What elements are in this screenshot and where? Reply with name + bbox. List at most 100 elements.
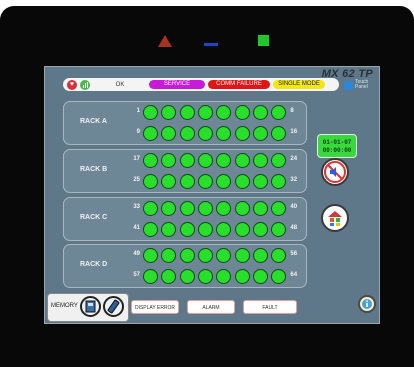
slot-status-led[interactable] (179, 153, 195, 168)
slot-status-led[interactable] (234, 105, 250, 120)
slot-status-led[interactable] (252, 201, 268, 216)
slot-status-led[interactable] (179, 126, 195, 141)
slot-range-end: 48 (290, 225, 298, 231)
slot-status-led[interactable] (197, 153, 213, 168)
mute-button[interactable] (321, 158, 349, 186)
menu-grid-icon (328, 211, 342, 226)
slot-status-led[interactable] (216, 174, 232, 189)
slot-range-start: 17 (133, 156, 140, 162)
datetime-button[interactable]: 01-01-07 00:00:00 (317, 134, 357, 158)
slot-range-start: 49 (133, 251, 140, 257)
slot-range-start: 9 (136, 129, 140, 135)
slot-status-led[interactable] (179, 201, 195, 216)
touch-screen: MX 62 TP Touch Panel ♥ OK SERVICE COMM F… (44, 66, 380, 324)
memory-label: MEMORY (51, 303, 78, 309)
slot-status-led[interactable] (216, 153, 232, 168)
touch-panel-logo-icon (344, 80, 353, 90)
slot-status-led[interactable] (271, 153, 287, 168)
slot-status-led[interactable] (161, 153, 177, 168)
rack-panel: RACK A 1 8 9 16 (63, 101, 307, 145)
slot-status-led[interactable] (197, 126, 213, 141)
slot-status-led[interactable] (271, 269, 287, 284)
slot-range-end: 16 (290, 129, 298, 135)
memory-card-icon (85, 300, 96, 313)
slot-range-start: 33 (133, 204, 140, 210)
menu-button[interactable] (321, 204, 349, 232)
slot-status-led[interactable] (161, 222, 177, 237)
slot-status-led[interactable] (161, 105, 177, 120)
slot-status-led[interactable] (252, 269, 268, 284)
info-icon (362, 299, 372, 309)
slot-status-led[interactable] (179, 105, 195, 120)
slot-status-led[interactable] (197, 222, 213, 237)
slot-status-led[interactable] (179, 222, 195, 237)
slot-status-led[interactable] (216, 269, 232, 284)
display-error-button[interactable]: DISPLAY ERROR (131, 300, 179, 314)
info-button[interactable] (358, 295, 376, 313)
slot-status-led[interactable] (252, 222, 268, 237)
slot-status-led[interactable] (252, 174, 268, 189)
slot-status-led[interactable] (216, 222, 232, 237)
slot-status-led[interactable] (216, 201, 232, 216)
slot-status-led[interactable] (161, 126, 177, 141)
green-indicator-led (258, 35, 269, 46)
slot-status-led[interactable] (271, 174, 287, 189)
slot-status-led[interactable] (197, 248, 213, 263)
slot-status-led[interactable] (143, 248, 158, 263)
slot-status-led[interactable] (216, 248, 232, 263)
slot-status-led[interactable] (216, 126, 232, 141)
slot-status-led[interactable] (143, 269, 158, 284)
slot-status-led[interactable] (143, 222, 158, 237)
slot-status-led[interactable] (234, 248, 250, 263)
slot-status-led[interactable] (234, 201, 250, 216)
slot-range-start: 1 (136, 108, 140, 114)
slot-status-led[interactable] (161, 201, 177, 216)
slot-status-led[interactable] (271, 248, 287, 263)
slot-status-led[interactable] (161, 248, 177, 263)
slot-status-led[interactable] (271, 201, 287, 216)
rack-label: RACK B (80, 166, 108, 173)
slot-status-led[interactable] (234, 126, 250, 141)
speaker-muted-icon (324, 161, 346, 183)
slot-status-led[interactable] (271, 105, 287, 120)
fault-button[interactable]: FAULT (243, 300, 297, 314)
slot-status-led[interactable] (161, 174, 177, 189)
slot-status-led[interactable] (143, 174, 158, 189)
mode-indicator: SINGLE MODE (273, 80, 325, 89)
signal-icon (80, 79, 90, 90)
slot-status-led[interactable] (271, 222, 287, 237)
slot-status-led[interactable] (197, 105, 213, 120)
slot-status-led[interactable] (234, 269, 250, 284)
slot-status-led[interactable] (234, 174, 250, 189)
rack-label: RACK A (80, 118, 107, 125)
slot-status-led[interactable] (161, 269, 177, 284)
slot-status-led[interactable] (271, 126, 287, 141)
memory-panel: MEMORY (47, 293, 129, 322)
time-text: 00:00:00 (322, 147, 352, 154)
slot-status-led[interactable] (252, 153, 268, 168)
status-bar: ♥ OK SERVICE COMM FAILURE SINGLE MODE (63, 78, 339, 91)
slot-status-led[interactable] (197, 174, 213, 189)
slot-status-led[interactable] (252, 105, 268, 120)
slot-status-led[interactable] (234, 153, 250, 168)
slot-status-led[interactable] (179, 248, 195, 263)
slot-status-led[interactable] (197, 201, 213, 216)
slot-status-led[interactable] (179, 174, 195, 189)
slot-status-led[interactable] (234, 222, 250, 237)
slot-status-led[interactable] (143, 201, 158, 216)
alarm-button[interactable]: ALARM (187, 300, 235, 314)
slot-status-led[interactable] (252, 248, 268, 263)
usb-button[interactable] (103, 296, 124, 317)
slot-status-led[interactable] (179, 269, 195, 284)
slot-status-led[interactable] (143, 126, 158, 141)
slot-status-led[interactable] (143, 153, 158, 168)
bottom-bar: MEMORY DISPLAY ERROR ALARM FAULT (45, 290, 379, 323)
memory-card-button[interactable] (80, 296, 101, 317)
slot-status-led[interactable] (216, 105, 232, 120)
slot-status-led[interactable] (252, 126, 268, 141)
rack-label: RACK D (80, 261, 108, 268)
touch-panel-logo-text: Touch Panel (355, 79, 369, 90)
slot-status-led[interactable] (197, 269, 213, 284)
slot-status-led[interactable] (143, 105, 158, 120)
rack-panel: RACK C 33 40 41 48 (63, 197, 307, 241)
